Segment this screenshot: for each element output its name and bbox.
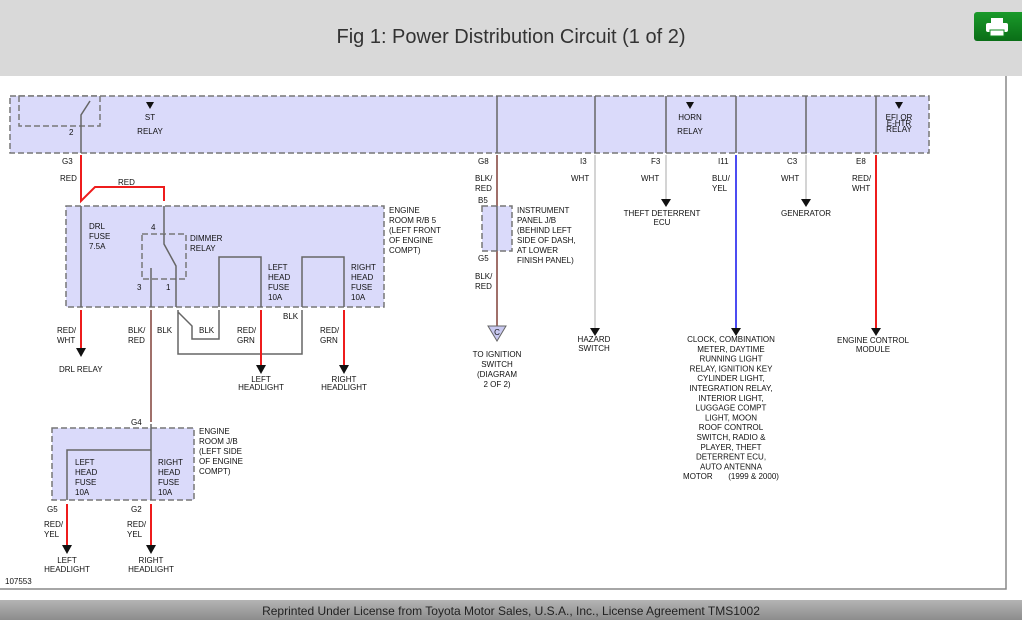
diagram-label: G5 bbox=[47, 505, 58, 514]
diagram-label: BLK/RED bbox=[475, 174, 493, 193]
wire-color-label: RED bbox=[118, 178, 135, 187]
diagram-label: BLK/RED bbox=[128, 326, 146, 345]
wire-segment bbox=[989, 29, 1005, 37]
theft-deterrent-label: THEFT DETERRENT ECU bbox=[624, 209, 701, 227]
diagram-label: RED/WHT bbox=[57, 326, 77, 345]
diagram-label: I3 bbox=[580, 157, 587, 166]
pin-label: 1 bbox=[166, 283, 171, 292]
diagram-label: E8 bbox=[856, 157, 866, 166]
arrow-icon bbox=[871, 328, 881, 336]
diagram-label: G2 bbox=[131, 505, 142, 514]
wire-color-label: RED bbox=[60, 174, 77, 183]
drl-relay-label: DRL RELAY bbox=[59, 365, 103, 374]
diagram-label: BLK bbox=[157, 326, 173, 335]
hazard-switch-label: HAZARD SWITCH bbox=[578, 335, 611, 353]
diagram-label: RIGHT HEADLIGHT bbox=[128, 556, 174, 574]
generator-label: GENERATOR bbox=[781, 209, 831, 218]
engine-control-module-label: ENGINE CONTROL MODULE bbox=[837, 336, 910, 354]
diagram-label: LEFT HEADLIGHT bbox=[44, 556, 90, 574]
page-title: Fig 1: Power Distribution Circuit (1 of … bbox=[336, 26, 686, 48]
printer-icon bbox=[986, 18, 1008, 37]
diagram-label: BLU/YEL bbox=[712, 174, 731, 193]
print-button[interactable] bbox=[974, 12, 1022, 41]
diagram-label: G5 bbox=[478, 254, 489, 263]
pin-label: 3 bbox=[137, 283, 142, 292]
efi-relay-label: EFI OR E-HTR RELAY bbox=[886, 113, 913, 134]
diagram-label: B5 bbox=[478, 196, 488, 205]
arrow-icon bbox=[801, 199, 811, 207]
arrow-icon bbox=[256, 365, 349, 374]
pin-label: 4 bbox=[151, 223, 156, 232]
connector-label: G3 bbox=[62, 157, 73, 166]
diagram-label: RED/YEL bbox=[127, 520, 147, 539]
license-text: Reprinted Under License from Toyota Moto… bbox=[262, 604, 760, 618]
diagram-label: WHT bbox=[781, 174, 799, 183]
diagram-label: RED/GRN bbox=[320, 326, 340, 345]
figure-number: 107553 bbox=[5, 577, 32, 586]
diagram-label: WHT bbox=[571, 174, 589, 183]
diagram-label: C3 bbox=[787, 157, 798, 166]
arrow-icon bbox=[661, 199, 671, 207]
header: Fig 1: Power Distribution Circuit (1 of … bbox=[0, 0, 1022, 76]
engine-room-rb5-label: ENGINE ROOM R/B 5 (LEFT FRONT OF ENGINE COMP… bbox=[389, 206, 441, 255]
right-headlight-label: RIGHT HEADLIGHT bbox=[321, 375, 367, 392]
diagram-label: RED/GRN bbox=[237, 326, 257, 345]
diagram-label: I11 bbox=[718, 157, 729, 166]
diagram-label: WHT bbox=[641, 174, 659, 183]
diagram-label: BLK/RED bbox=[475, 272, 493, 291]
diagram-label: C bbox=[494, 328, 500, 337]
arrow-icon bbox=[76, 348, 86, 357]
pin-label: 2 bbox=[69, 128, 74, 137]
to-ignition-switch-label: TO IGNITION SWITCH (DIAGRAM 2 OF 2) bbox=[473, 350, 522, 389]
diagram-label: F3 bbox=[651, 157, 661, 166]
relay-subbox bbox=[18, 95, 101, 127]
diagram-label: INSTRUMENT PANEL J/B (BEHIND LEFT SIDE OF D… bbox=[517, 206, 576, 265]
diagram-label: G8 bbox=[478, 157, 489, 166]
diagram-label: G4 bbox=[131, 418, 142, 427]
left-headlight-label: LEFT HEADLIGHT bbox=[238, 375, 284, 392]
diagram-label: BLK bbox=[283, 312, 299, 321]
footer: Reprinted Under License from Toyota Moto… bbox=[0, 600, 1022, 620]
arrow-icon bbox=[62, 545, 156, 554]
diagram-label: RED/WHT bbox=[852, 174, 872, 193]
diagram-label: ENGINE ROOM J/B (LEFT SIDE OF ENGINE COMPT) bbox=[199, 427, 243, 476]
wiring-diagram: 2 ST RELAY HORN RELAY EFI OR E-HTR RELAY G3 … bbox=[0, 76, 1007, 590]
diagram-label: RED/YEL bbox=[44, 520, 64, 539]
diagram-label: BLK bbox=[199, 326, 215, 335]
clock-combination-label: CLOCK, COMBINATION METER, DAYTIME RUNNING … bbox=[683, 335, 779, 481]
